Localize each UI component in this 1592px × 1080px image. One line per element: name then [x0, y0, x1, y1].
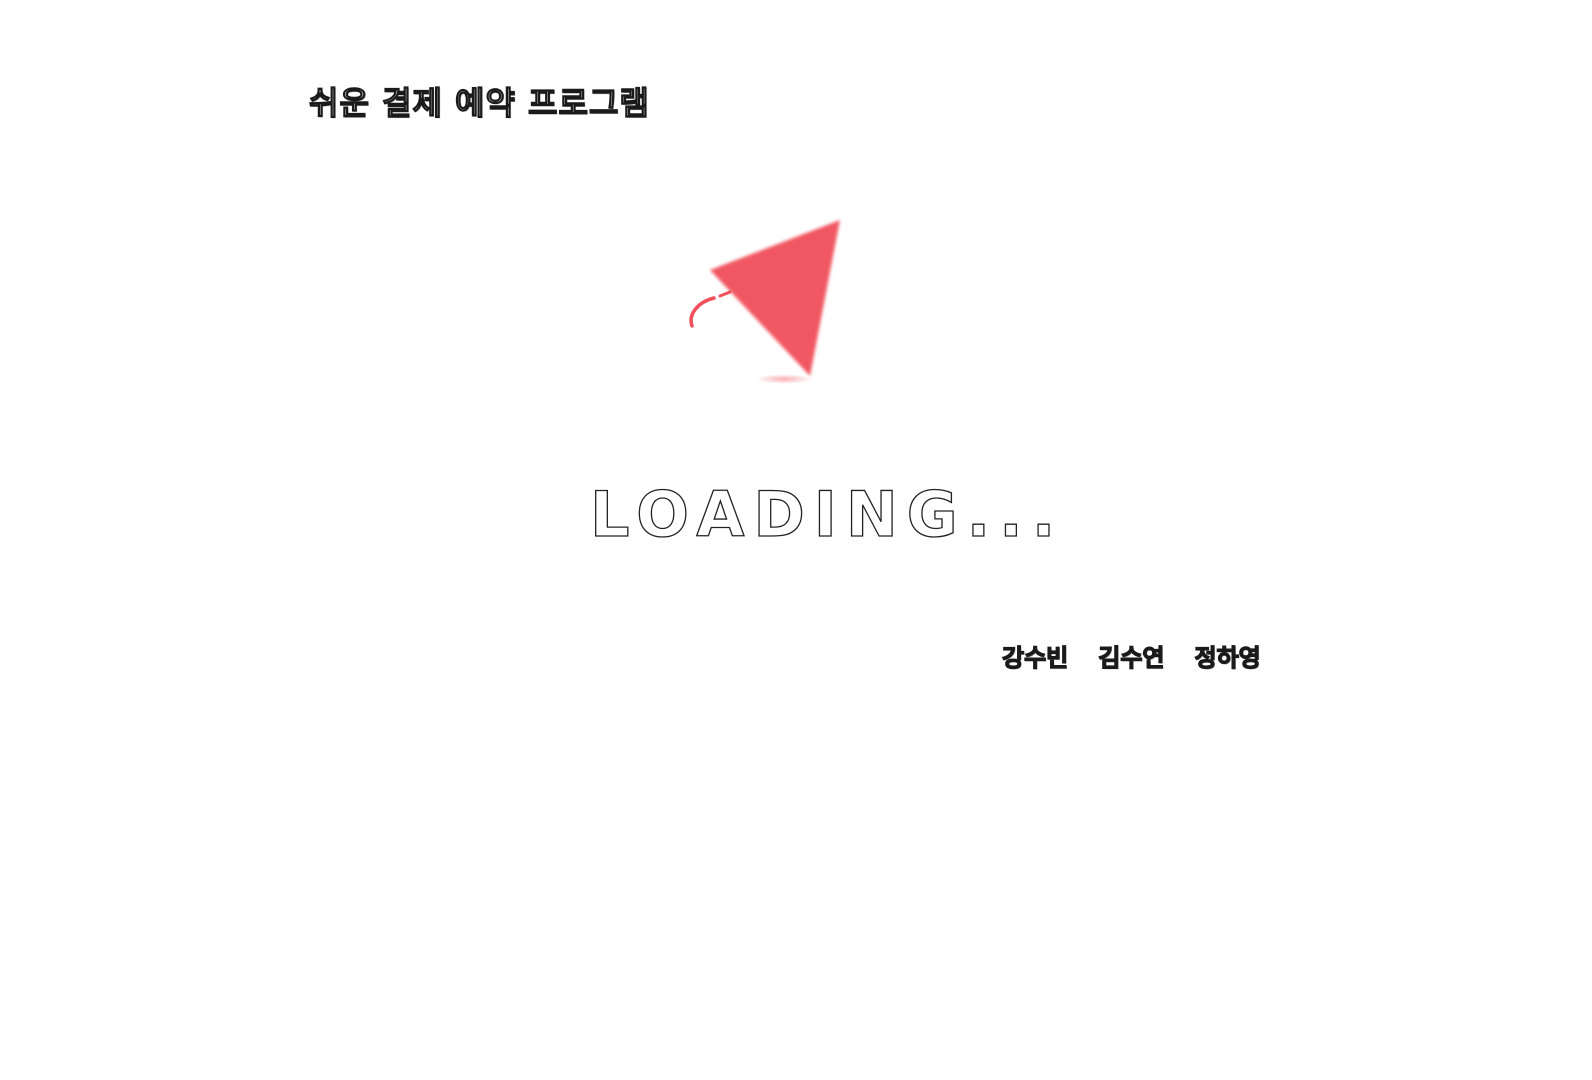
credit-name: 김수연 [1098, 643, 1165, 672]
app-title: 쉬운 결제 예약 프로그램 [308, 83, 650, 122]
credits: 강수빈 김수연 정하영 [1001, 638, 1261, 673]
credit-name: 정하영 [1194, 643, 1261, 672]
spinner-trail-dash [718, 290, 732, 298]
spinner-trail [689, 296, 716, 328]
loading-spinner-icon [689, 220, 840, 384]
loading-screen: 쉬운 결제 예약 프로그램 LOADING... 강수빈 김수연 정하영 [0, 0, 1592, 1080]
credit-name: 강수빈 [1001, 643, 1069, 672]
spinner-shadow [756, 374, 812, 384]
loading-label: LOADING... [589, 477, 1065, 551]
spinner-triangle [710, 220, 840, 376]
